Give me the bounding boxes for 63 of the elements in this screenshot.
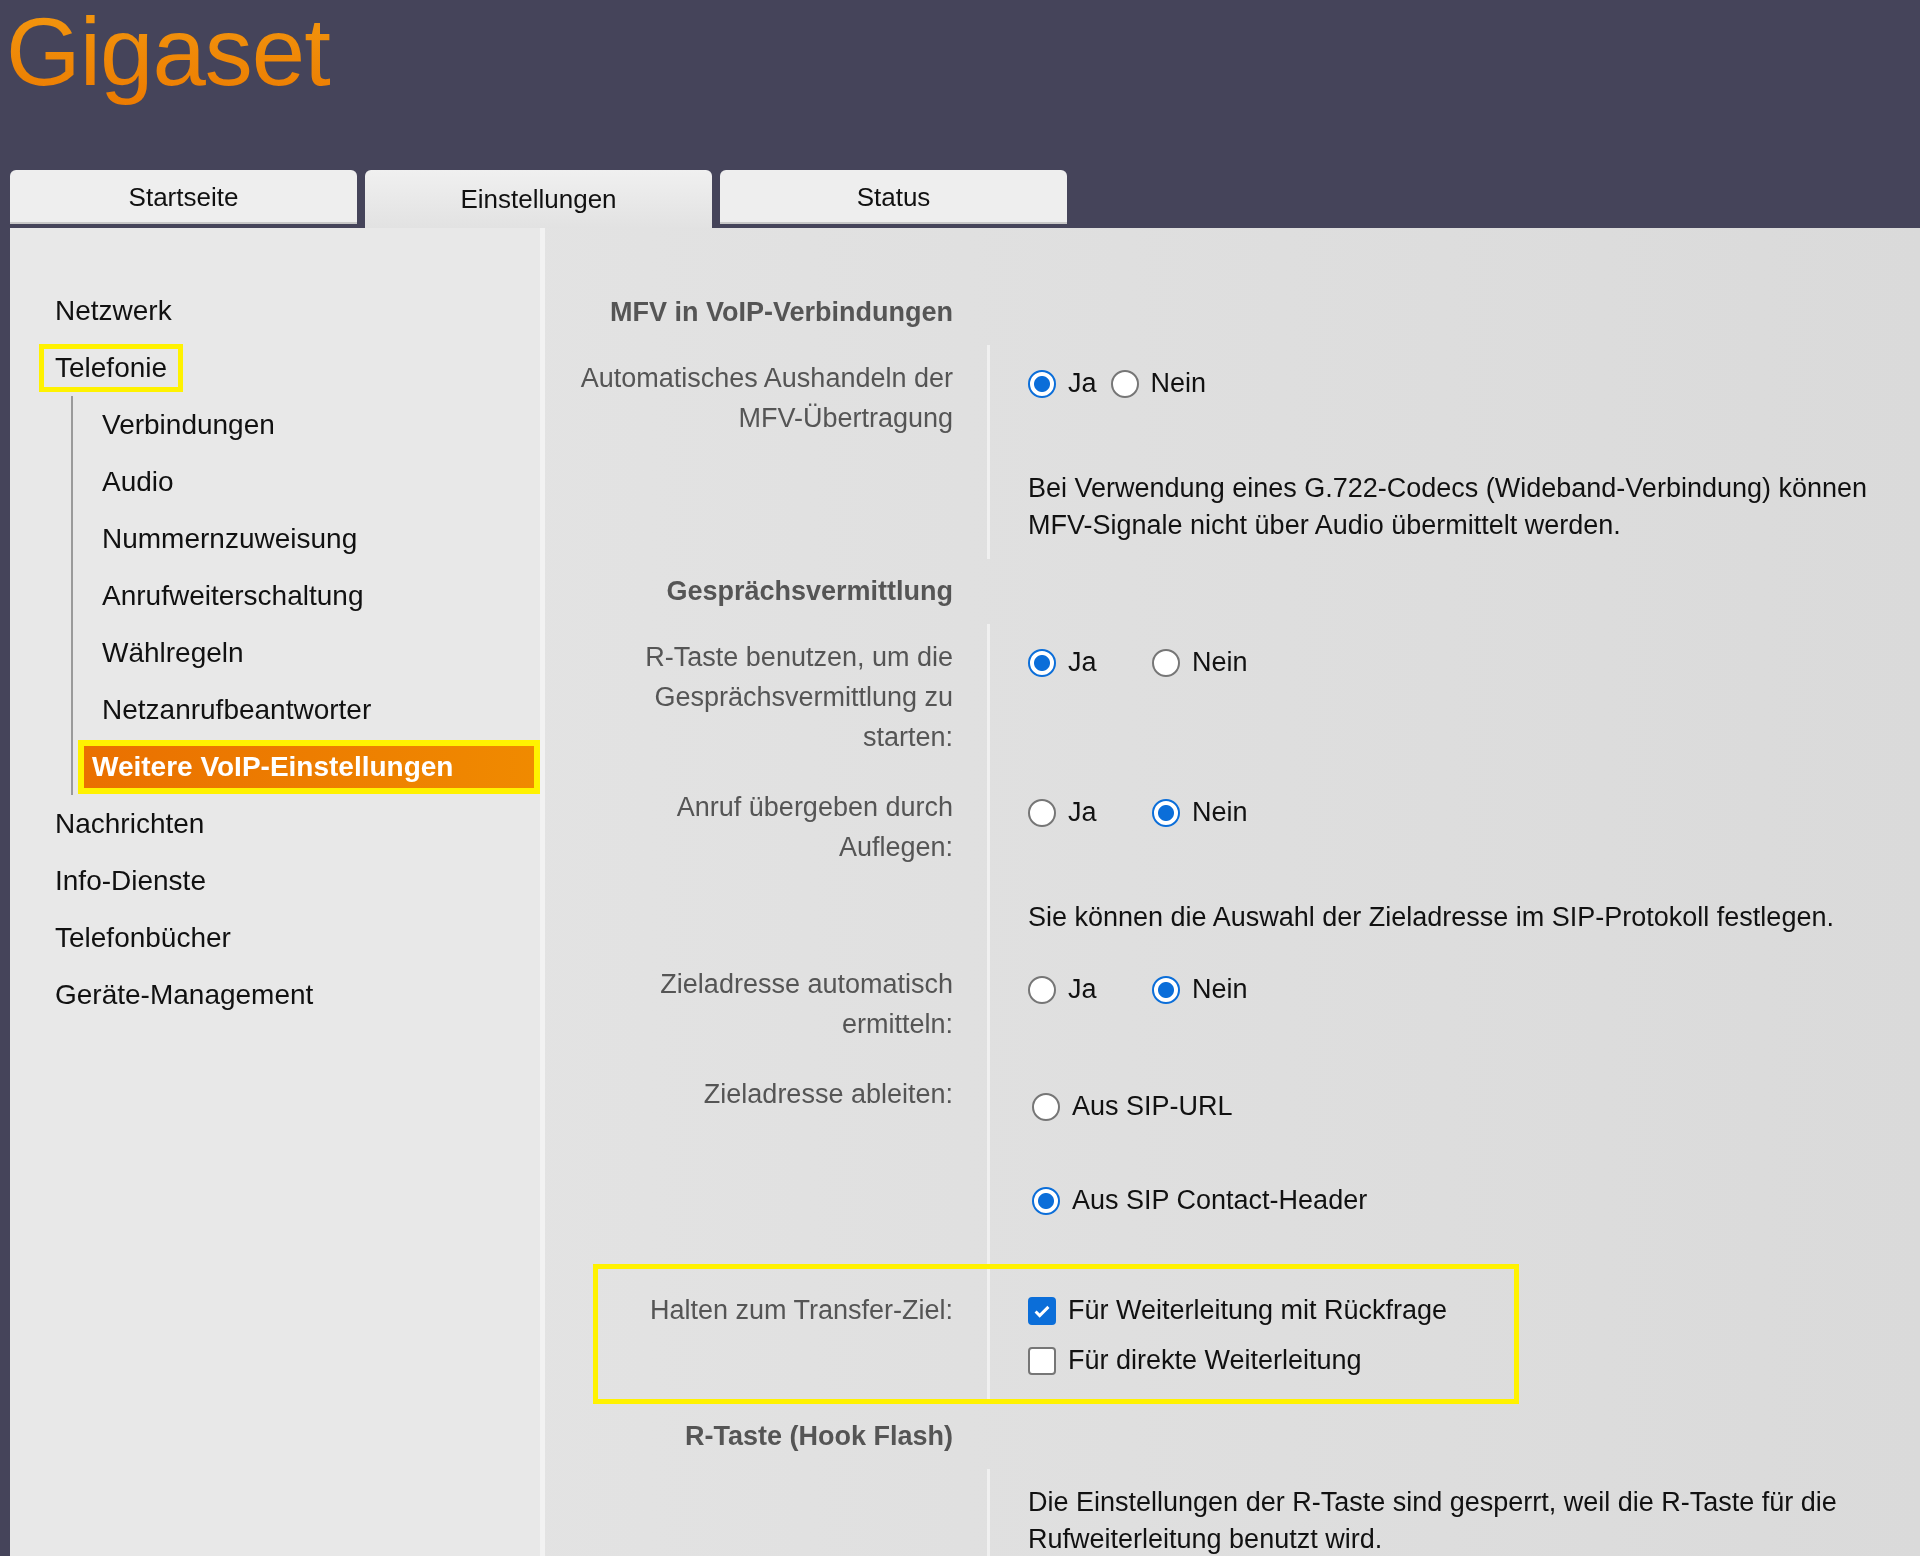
section-title: MFV in VoIP-Verbindungen	[609, 296, 954, 329]
option-label: Nein	[1150, 367, 1207, 400]
option-label: Ja	[1068, 796, 1097, 829]
field-label: R-Taste benutzen, um die Gesprächsvermittlung zu starten:	[645, 642, 953, 752]
section-title: Gesprächsvermittlung	[665, 575, 954, 608]
radio-option[interactable]: Ja	[1028, 365, 1097, 402]
checkbox-option[interactable]: Für direkte Weiterleitung	[1028, 1342, 1887, 1379]
sidebar-item[interactable]: Wählregeln	[86, 628, 260, 677]
sidebar-item[interactable]: Telefonbücher	[39, 913, 247, 962]
radio-option[interactable]: Nein	[1152, 644, 1276, 681]
option-label: Nein	[1192, 973, 1248, 1006]
radio-option[interactable]: Nein	[1152, 971, 1276, 1008]
radio-icon[interactable]	[1110, 369, 1139, 398]
radio-option[interactable]: Nein	[1152, 794, 1276, 831]
note-text: Die Einstellungen der R-Taste sind gesperrt, weil die R-Taste für die Rufweiterleitung benutzt wird.	[1028, 1486, 1838, 1556]
option-label: Ja	[1068, 646, 1097, 679]
sidebar-item[interactable]: Netzwerk	[39, 286, 188, 335]
field-label: Zieladresse automatisch ermitteln:	[660, 969, 953, 1039]
radio-option[interactable]: Nein	[1110, 365, 1207, 402]
option-label: Aus SIP-URL	[1072, 1090, 1233, 1123]
sidebar-item[interactable]: Verbindungen	[86, 400, 291, 449]
radio-option[interactable]: Aus SIP-URL	[1032, 1088, 1887, 1125]
radio-icon[interactable]	[1152, 648, 1180, 677]
sidebar-item[interactable]: Audio	[86, 457, 190, 506]
sidebar-item[interactable]: Anrufweiterschaltung	[86, 571, 380, 620]
sidebar-item[interactable]: Geräte-Management	[39, 970, 330, 1019]
option-label: Ja	[1068, 367, 1097, 400]
radio-icon[interactable]	[1152, 798, 1180, 827]
tab[interactable]: Status	[720, 170, 1067, 224]
sidebar-item[interactable]: Nummernzuweisung	[86, 514, 374, 563]
field-label: Zieladresse ableiten:	[703, 1079, 953, 1109]
section-title: R-Taste (Hook Flash)	[683, 1420, 954, 1453]
option-label: Ja	[1068, 973, 1097, 1006]
sidebar-item[interactable]: Netzanrufbeantworter	[86, 685, 388, 734]
option-label: Nein	[1192, 796, 1248, 829]
note-text: Sie können die Auswahl der Zieladresse im SIP-Protokoll festlegen.	[1028, 901, 1835, 934]
radio-icon[interactable]	[1032, 1092, 1060, 1121]
radio-icon[interactable]	[1028, 975, 1056, 1004]
tab[interactable]: Startseite	[10, 170, 357, 224]
option-label: Aus SIP Contact-Header	[1072, 1184, 1368, 1217]
note-text: Bei Verwendung eines G.722-Codecs (Wideband-Verbindung) können MFV-Signale nicht über Audio übermittelt werden.	[1028, 472, 1869, 542]
radio-icon[interactable]	[1028, 369, 1056, 398]
sidebar-item[interactable]: Nachrichten	[39, 799, 221, 848]
sidebar-item[interactable]: Telefonie	[39, 343, 184, 392]
radio-option[interactable]: Ja	[1028, 971, 1152, 1008]
checkbox[interactable]	[1028, 1346, 1056, 1375]
radio-option[interactable]: Ja	[1028, 644, 1152, 681]
radio-icon[interactable]	[1032, 1186, 1060, 1215]
field-label: Halten zum Transfer-Ziel:	[649, 1295, 953, 1325]
tab[interactable]: Einstellungen	[365, 170, 712, 228]
field-label: Anruf übergeben durch Auflegen:	[676, 792, 953, 862]
radio-icon[interactable]	[1028, 648, 1056, 677]
radio-option[interactable]: Aus SIP Contact-Header	[1032, 1182, 1887, 1219]
checkbox[interactable]	[1028, 1296, 1056, 1325]
radio-icon[interactable]	[1028, 798, 1056, 827]
sidebar-item[interactable]: Info-Dienste	[39, 856, 222, 905]
field-label: Automatisches Aushandeln der MFV-Übertragung	[580, 363, 953, 433]
option-label: Für direkte Weiterleitung	[1068, 1344, 1362, 1377]
option-label: Für Weiterleitung mit Rückfrage	[1068, 1294, 1448, 1327]
radio-option[interactable]: Ja	[1028, 794, 1152, 831]
checkbox-option[interactable]: Für Weiterleitung mit Rückfrage	[1028, 1292, 1887, 1329]
radio-icon[interactable]	[1152, 975, 1180, 1004]
option-label: Nein	[1192, 646, 1248, 679]
